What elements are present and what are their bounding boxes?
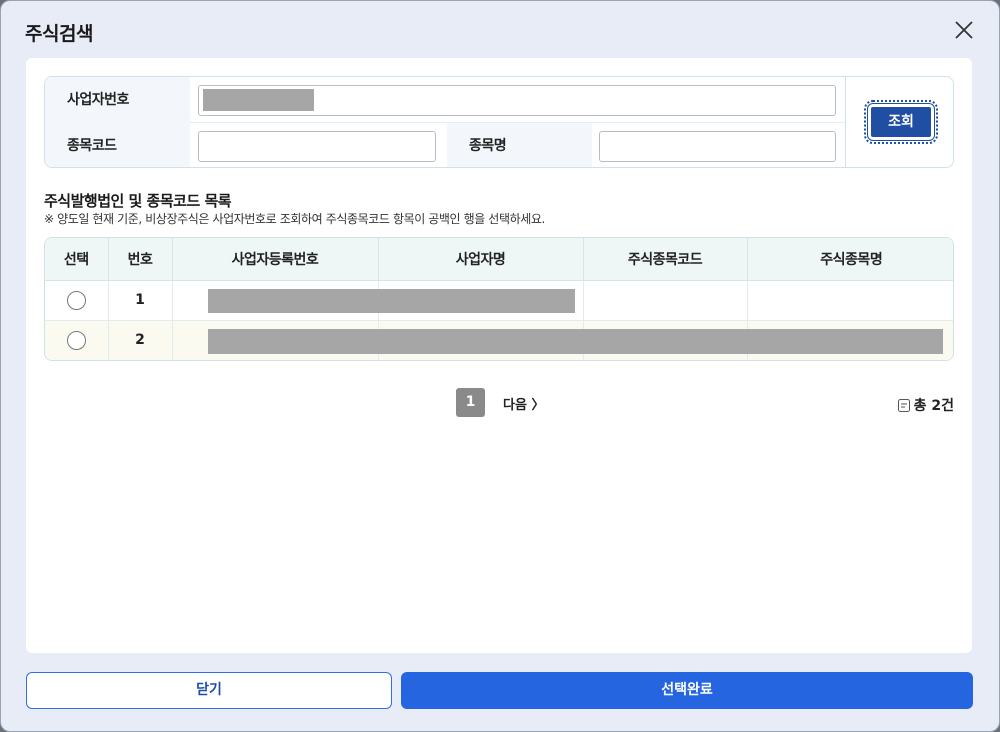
- close-icon[interactable]: [951, 17, 977, 43]
- code-input[interactable]: [198, 131, 436, 162]
- search-row-code: 종목코드 종목명: [45, 123, 845, 167]
- list-note: ※ 양도일 현재 기준, 비상장주식은 사업자번호로 조회하여 주식종목코드 항…: [44, 212, 545, 226]
- total-count: 총 2건: [897, 395, 954, 416]
- search-form: 사업자번호 종목코드 종목명 조회: [44, 76, 954, 168]
- row-radio[interactable]: [66, 330, 86, 350]
- name-input[interactable]: [599, 131, 836, 162]
- confirm-selection-button[interactable]: 선택완료: [401, 672, 973, 709]
- biz-no-label: 사업자번호: [45, 77, 190, 123]
- masked-value: [203, 89, 314, 111]
- row-stock-code: [583, 280, 748, 321]
- row-number: 2: [108, 320, 173, 360]
- document-icon: [897, 399, 910, 416]
- search-row-biz-no: 사업자번호: [45, 77, 845, 123]
- col-biz-reg-no: 사업자등록번호: [172, 238, 379, 281]
- list-title: 주식발행법인 및 종목코드 목록: [44, 192, 232, 210]
- results-table: 선택 번호 사업자등록번호 사업자명 주식종목코드 주식종목명 1 2: [44, 237, 954, 361]
- page-button-current[interactable]: 1: [456, 388, 485, 417]
- row-radio[interactable]: [66, 290, 86, 310]
- modal-title: 주식검색: [25, 23, 93, 45]
- table-header: 선택 번호 사업자등록번호 사업자명 주식종목코드 주식종목명: [45, 238, 953, 281]
- col-biz-name: 사업자명: [378, 238, 584, 281]
- masked-value: [208, 329, 943, 354]
- stock-search-modal: 주식검색 사업자번호 종목코드 종목명 조회 주식발행법인 및 종목코드 목록 …: [0, 0, 1000, 732]
- col-select: 선택: [45, 238, 109, 281]
- col-stock-code: 주식종목코드: [583, 238, 748, 281]
- search-button[interactable]: 조회: [864, 100, 938, 144]
- search-button-cell: 조회: [845, 77, 953, 167]
- total-count-text: 총 2건: [913, 398, 954, 414]
- code-label: 종목코드: [45, 123, 190, 167]
- row-stock-name: [747, 280, 953, 321]
- row-number: 1: [108, 280, 173, 321]
- col-number: 번호: [108, 238, 173, 281]
- close-button[interactable]: 닫기: [26, 672, 392, 709]
- masked-value: [208, 289, 575, 313]
- next-page-link[interactable]: 다음 〉: [503, 394, 544, 413]
- name-label: 종목명: [447, 123, 592, 167]
- col-stock-name: 주식종목명: [747, 238, 953, 281]
- modal-content: 사업자번호 종목코드 종목명 조회 주식발행법인 및 종목코드 목록 ※ 양도일…: [26, 58, 972, 653]
